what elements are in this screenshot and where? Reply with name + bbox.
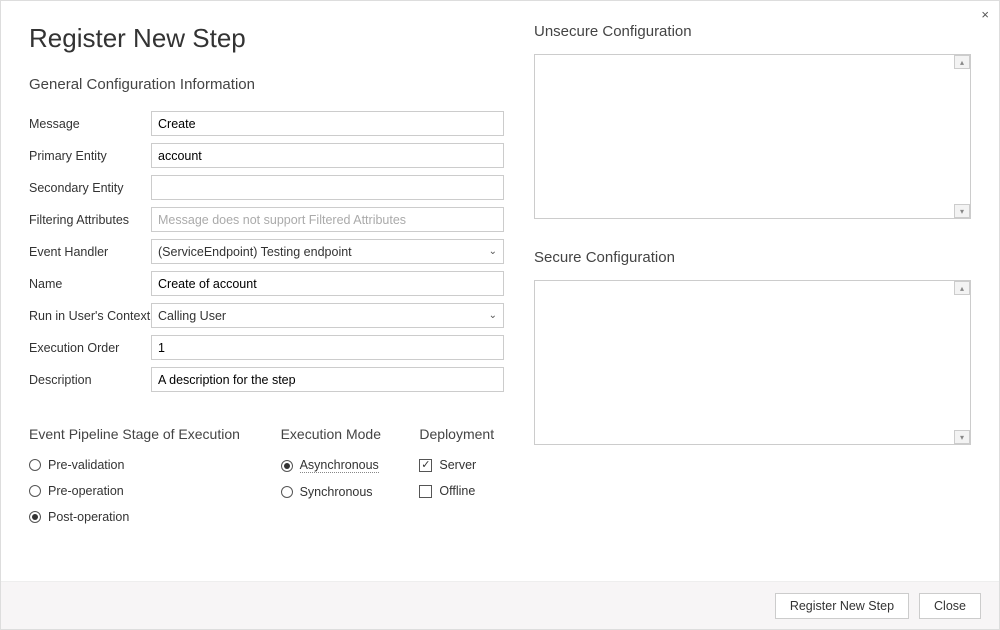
radio-async[interactable]: Asynchronous	[281, 458, 394, 473]
checkbox-label: Offline	[439, 484, 475, 498]
spinner-down-icon[interactable]: ▾	[954, 204, 970, 218]
left-column: Register New Step General Configuration …	[29, 19, 504, 571]
secure-config-textarea[interactable]: ▴ ▾	[534, 280, 971, 445]
chevron-down-icon: ⌄	[489, 246, 497, 257]
radio-label: Synchronous	[300, 485, 373, 499]
section-unsecure: Unsecure Configuration	[534, 23, 971, 40]
radio-icon	[29, 485, 41, 497]
run-context-value: Calling User	[158, 309, 226, 323]
checkbox-offline[interactable]: Offline	[419, 484, 504, 498]
label-filtering-attributes: Filtering Attributes	[29, 213, 151, 227]
radio-pre-operation[interactable]: Pre-operation	[29, 484, 255, 498]
label-name: Name	[29, 277, 151, 291]
register-step-dialog: × Register New Step General Configuratio…	[0, 0, 1000, 630]
run-context-select[interactable]: Calling User ⌄	[151, 303, 504, 328]
close-icon[interactable]: ×	[981, 7, 989, 22]
radio-pre-validation[interactable]: Pre-validation	[29, 458, 255, 472]
execution-order-input[interactable]	[151, 335, 504, 360]
radio-sync[interactable]: Synchronous	[281, 485, 394, 499]
checkbox-icon	[419, 485, 432, 498]
filtering-attributes-input	[151, 207, 504, 232]
label-event-handler: Event Handler	[29, 245, 151, 259]
dialog-title: Register New Step	[29, 23, 504, 54]
radio-label: Asynchronous	[300, 458, 379, 473]
pipeline-group: Event Pipeline Stage of Execution Pre-va…	[29, 426, 255, 536]
section-secure: Secure Configuration	[534, 249, 971, 266]
section-mode: Execution Mode	[281, 426, 394, 442]
bottom-option-groups: Event Pipeline Stage of Execution Pre-va…	[29, 426, 504, 536]
label-run-context: Run in User's Context	[29, 309, 151, 323]
close-button[interactable]: Close	[919, 593, 981, 619]
dialog-content: Register New Step General Configuration …	[1, 1, 999, 581]
label-description: Description	[29, 373, 151, 387]
radio-label: Pre-validation	[48, 458, 124, 472]
right-column: Unsecure Configuration ▴ ▾ Secure Config…	[534, 19, 971, 571]
section-general: General Configuration Information	[29, 76, 504, 93]
label-secondary-entity: Secondary Entity	[29, 181, 151, 195]
label-execution-order: Execution Order	[29, 341, 151, 355]
spinner-down-icon[interactable]: ▾	[954, 430, 970, 444]
section-pipeline: Event Pipeline Stage of Execution	[29, 426, 255, 442]
label-primary-entity: Primary Entity	[29, 149, 151, 163]
checkbox-server[interactable]: ✓ Server	[419, 458, 504, 472]
spinner-up-icon[interactable]: ▴	[954, 55, 970, 69]
secondary-entity-input[interactable]	[151, 175, 504, 200]
radio-label: Pre-operation	[48, 484, 124, 498]
name-input[interactable]	[151, 271, 504, 296]
chevron-down-icon: ⌄	[489, 310, 497, 321]
unsecure-config-textarea[interactable]: ▴ ▾	[534, 54, 971, 219]
message-input[interactable]	[151, 111, 504, 136]
radio-icon	[29, 459, 41, 471]
radio-icon	[29, 511, 41, 523]
spinner-up-icon[interactable]: ▴	[954, 281, 970, 295]
section-deployment: Deployment	[419, 426, 504, 442]
event-handler-value: (ServiceEndpoint) Testing endpoint	[158, 245, 352, 259]
checkbox-label: Server	[439, 458, 476, 472]
label-message: Message	[29, 117, 151, 131]
description-input[interactable]	[151, 367, 504, 392]
dialog-footer: Register New Step Close	[1, 581, 999, 629]
checkbox-icon: ✓	[419, 459, 432, 472]
radio-icon	[281, 460, 293, 472]
register-button[interactable]: Register New Step	[775, 593, 909, 619]
radio-icon	[281, 486, 293, 498]
radio-post-operation[interactable]: Post-operation	[29, 510, 255, 524]
event-handler-select[interactable]: (ServiceEndpoint) Testing endpoint ⌄	[151, 239, 504, 264]
radio-label: Post-operation	[48, 510, 129, 524]
primary-entity-input[interactable]	[151, 143, 504, 168]
deployment-group: Deployment ✓ Server Offline	[419, 426, 504, 536]
mode-group: Execution Mode Asynchronous Synchronous	[281, 426, 394, 536]
